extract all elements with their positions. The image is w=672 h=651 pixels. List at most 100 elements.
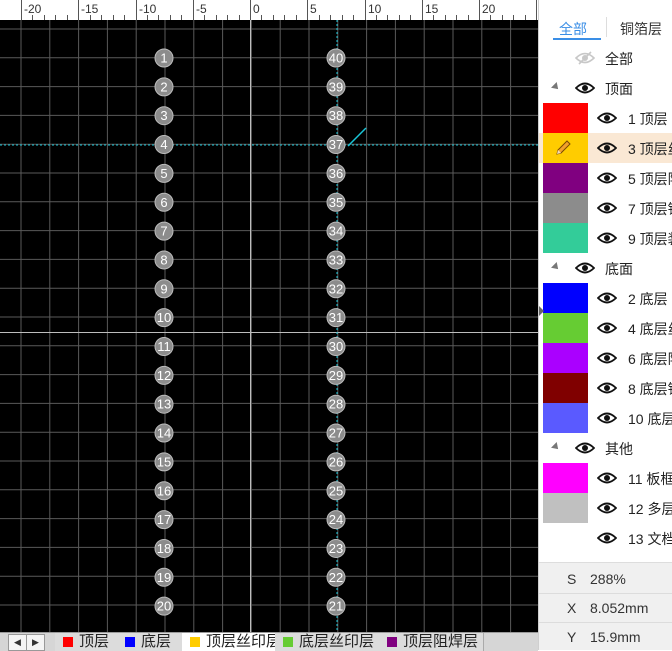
pad[interactable]: 33 [326, 250, 346, 270]
eye-icon[interactable] [596, 201, 618, 215]
eye-icon[interactable] [596, 411, 618, 425]
pad[interactable]: 35 [326, 192, 346, 212]
layer-row[interactable]: 13 文档 [539, 523, 672, 553]
layer-color-swatch[interactable] [543, 163, 588, 193]
pad[interactable]: 17 [154, 510, 174, 530]
pcb-canvas[interactable]: -20 -15 -10 -5 0 5 10 15 20 1 2 3 4 5 6 7 8 9 10 11 12 13 14 1… [0, 0, 538, 632]
pad[interactable]: 31 [326, 308, 346, 328]
pad[interactable]: 28 [326, 394, 346, 414]
layer-row[interactable]: 3 顶层丝 [539, 133, 672, 163]
pad[interactable]: 1 [154, 48, 174, 68]
pad[interactable]: 8 [154, 250, 174, 270]
layer-group-top[interactable]: 顶面 [539, 73, 672, 103]
canvas-grid[interactable]: 1234567891011121314151617181920403938373… [0, 20, 538, 632]
pad[interactable]: 37 [326, 135, 346, 155]
eye-off-icon[interactable] [574, 51, 596, 65]
pad[interactable]: 22 [326, 567, 346, 587]
pad[interactable]: 24 [326, 510, 346, 530]
layer-tab[interactable]: 底层丝印层 [275, 633, 380, 651]
expand-caret-icon[interactable] [551, 82, 561, 92]
eye-icon[interactable] [596, 171, 618, 185]
layer-row[interactable]: 1 顶层 [539, 103, 672, 133]
scroll-left-icon[interactable]: ◀ [8, 634, 27, 651]
expand-caret-icon[interactable] [551, 262, 561, 272]
layer-color-swatch[interactable] [543, 103, 588, 133]
layer-color-swatch[interactable] [543, 343, 588, 373]
pad[interactable]: 3 [154, 106, 174, 126]
layer-tab[interactable]: 顶层 [55, 633, 118, 651]
pad[interactable]: 30 [326, 337, 346, 356]
layer-tab[interactable]: 顶层丝印层 [182, 633, 281, 651]
eye-icon[interactable] [596, 351, 618, 365]
pad[interactable]: 36 [326, 163, 346, 183]
layer-color-swatch[interactable] [543, 283, 588, 313]
layer-color-swatch[interactable] [543, 313, 588, 343]
eye-icon[interactable] [574, 261, 596, 275]
pad[interactable]: 2 [154, 77, 174, 97]
pad[interactable]: 21 [326, 596, 346, 616]
pad[interactable]: 20 [154, 596, 174, 616]
eye-icon[interactable] [574, 81, 596, 95]
pad[interactable]: 11 [154, 337, 174, 356]
pad[interactable]: 7 [154, 221, 174, 241]
eye-icon[interactable] [596, 291, 618, 305]
pad[interactable]: 14 [154, 423, 174, 443]
layer-row[interactable]: 12 多层 [539, 493, 672, 523]
pad[interactable]: 38 [326, 106, 346, 126]
pad[interactable]: 4 [154, 135, 174, 155]
pad[interactable]: 19 [154, 567, 174, 587]
layer-row[interactable]: 5 顶层阻 [539, 163, 672, 193]
layer-color-swatch[interactable] [543, 193, 588, 223]
pad[interactable]: 13 [154, 394, 174, 414]
eye-icon[interactable] [596, 381, 618, 395]
pad[interactable]: 29 [326, 365, 346, 385]
layer-color-swatch[interactable] [543, 403, 588, 433]
collapse-arrow-icon[interactable] [539, 306, 544, 316]
scroll-right-icon[interactable]: ▶ [26, 634, 45, 651]
pad[interactable]: 5 [154, 163, 174, 183]
eye-icon[interactable] [596, 111, 618, 125]
layer-row[interactable]: 4 底层丝 [539, 313, 672, 343]
pad[interactable]: 10 [154, 308, 174, 328]
eye-icon[interactable] [596, 321, 618, 335]
layer-row-all[interactable]: 全部 [539, 43, 672, 73]
eye-icon[interactable] [596, 231, 618, 245]
pad[interactable]: 26 [326, 452, 346, 472]
eye-icon[interactable] [596, 471, 618, 485]
expand-caret-icon[interactable] [551, 442, 561, 452]
layer-color-swatch[interactable] [543, 373, 588, 403]
layer-row[interactable]: 11 板框 [539, 463, 672, 493]
pad[interactable]: 23 [326, 538, 346, 558]
layer-tab[interactable]: 底层 [117, 633, 183, 651]
layer-row[interactable]: 8 底层锡 [539, 373, 672, 403]
pad[interactable]: 6 [154, 192, 174, 212]
layer-tab[interactable]: 顶层阻焊层 [379, 633, 484, 651]
eye-icon[interactable] [596, 531, 618, 545]
pad[interactable]: 15 [154, 452, 174, 472]
layer-color-swatch[interactable] [543, 463, 588, 493]
pad[interactable]: 27 [326, 423, 346, 443]
eye-icon[interactable] [596, 501, 618, 515]
layer-row[interactable]: 2 底层 [539, 283, 672, 313]
layer-row[interactable]: 7 顶层锡 [539, 193, 672, 223]
pad[interactable]: 18 [154, 538, 174, 558]
tab-all[interactable]: 全部 [559, 19, 587, 39]
pad[interactable]: 39 [326, 77, 346, 97]
layer-color-swatch[interactable] [543, 493, 588, 523]
layer-color-swatch[interactable] [543, 523, 588, 553]
pad[interactable]: 32 [326, 279, 346, 299]
layer-group-bottom[interactable]: 底面 [539, 253, 672, 283]
layer-row[interactable]: 10 底层 [539, 403, 672, 433]
pad[interactable]: 12 [154, 365, 174, 385]
pad[interactable]: 40 [326, 48, 346, 68]
layer-row[interactable]: 9 顶层装 [539, 223, 672, 253]
eye-icon[interactable] [596, 141, 618, 155]
layer-row[interactable]: 6 底层阻 [539, 343, 672, 373]
layer-group-other[interactable]: 其他 [539, 433, 672, 463]
tab-copper[interactable]: 铜箔层 [620, 19, 662, 39]
pad[interactable]: 34 [326, 221, 346, 241]
pad[interactable]: 25 [326, 481, 346, 501]
layer-color-swatch[interactable] [543, 223, 588, 253]
pad[interactable]: 9 [154, 279, 174, 299]
pad[interactable]: 16 [154, 481, 174, 501]
